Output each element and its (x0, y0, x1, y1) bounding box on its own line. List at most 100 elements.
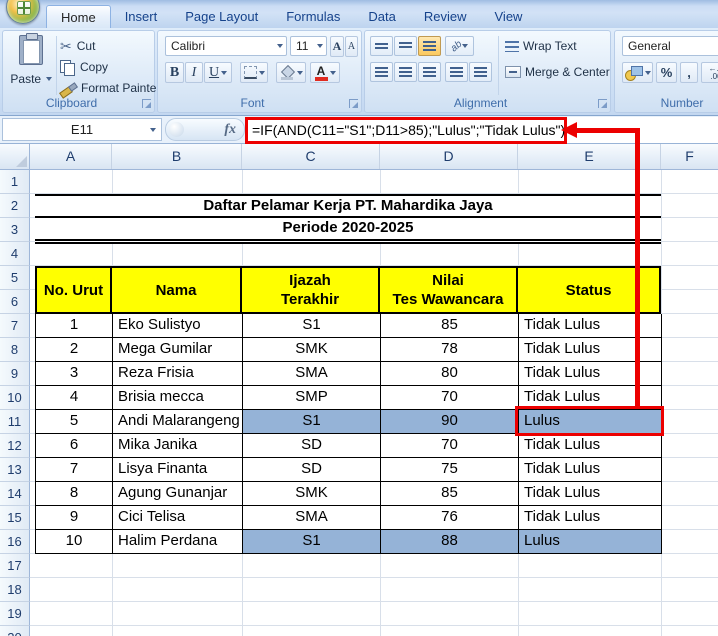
cell-C16[interactable]: S1 (243, 530, 381, 554)
cell-A9[interactable]: 3 (36, 362, 113, 386)
insert-function-button[interactable]: fx (165, 118, 245, 141)
wrap-text-button[interactable]: Wrap Text (505, 36, 577, 56)
header-cell-ijazah[interactable]: Ijazah Terakhir (242, 266, 380, 314)
cell-B16[interactable]: Halim Perdana (113, 530, 243, 554)
row-header[interactable]: 17 (0, 554, 30, 578)
row-header[interactable]: 9 (0, 362, 30, 386)
sheet-title[interactable]: Daftar Pelamar Kerja PT. Mahardika Jaya (35, 194, 661, 218)
cell-A14[interactable]: 8 (36, 482, 113, 506)
align-top-button[interactable] (370, 36, 393, 56)
office-button[interactable] (6, 0, 40, 24)
comma-style-button[interactable]: , (680, 62, 698, 83)
row-header[interactable]: 4 (0, 242, 30, 266)
row-header[interactable]: 18 (0, 578, 30, 602)
row-header[interactable]: 15 (0, 506, 30, 530)
row-header[interactable]: 8 (0, 338, 30, 362)
cell-B11[interactable]: Andi Malarangeng (113, 410, 243, 434)
row-header[interactable]: 2 (0, 194, 30, 218)
accounting-format-button[interactable] (622, 62, 653, 83)
font-size-combo[interactable]: 11 (290, 36, 327, 56)
cell-E13[interactable]: Tidak Lulus (519, 458, 662, 482)
merge-center-button[interactable]: Merge & Center (505, 62, 620, 82)
cell-B8[interactable]: Mega Gumilar (113, 338, 243, 362)
header-cell-nilai[interactable]: Nilai Tes Wawancara (380, 266, 518, 314)
name-box[interactable]: E11 (2, 118, 162, 141)
column-header[interactable]: C (242, 144, 380, 169)
select-all-button[interactable] (0, 144, 30, 169)
cell-E12[interactable]: Tidak Lulus (519, 434, 662, 458)
percent-style-button[interactable]: % (656, 62, 677, 83)
align-right-button[interactable] (418, 62, 441, 82)
cell-D11[interactable]: 90 (381, 410, 519, 434)
cell-B7[interactable]: Eko Sulistyo (113, 314, 243, 338)
cell-B15[interactable]: Cici Telisa (113, 506, 243, 530)
grow-font-button[interactable]: A (330, 36, 344, 57)
tab-formulas[interactable]: Formulas (272, 5, 354, 28)
cell-D13[interactable]: 75 (381, 458, 519, 482)
cell-C13[interactable]: SD (243, 458, 381, 482)
format-painter-button[interactable]: Format Painter (60, 78, 160, 98)
cell-E9[interactable]: Tidak Lulus (519, 362, 662, 386)
cell-A7[interactable]: 1 (36, 314, 113, 338)
cell-A16[interactable]: 10 (36, 530, 113, 554)
font-dialog-launcher[interactable] (349, 99, 358, 108)
cell-D14[interactable]: 85 (381, 482, 519, 506)
cell-B14[interactable]: Agung Gunanjar (113, 482, 243, 506)
cell-D15[interactable]: 76 (381, 506, 519, 530)
cut-button[interactable]: ✂ Cut (60, 36, 95, 56)
font-name-combo[interactable]: Calibri (165, 36, 287, 56)
row-header[interactable]: 1 (0, 170, 30, 194)
cell-A10[interactable]: 4 (36, 386, 113, 410)
underline-button[interactable]: U (204, 62, 232, 83)
tab-insert[interactable]: Insert (111, 5, 172, 28)
copy-button[interactable]: Copy (60, 57, 108, 77)
cell-D12[interactable]: 70 (381, 434, 519, 458)
cell-B12[interactable]: Mika Janika (113, 434, 243, 458)
cell-C15[interactable]: SMA (243, 506, 381, 530)
cell-A8[interactable]: 2 (36, 338, 113, 362)
font-color-button[interactable]: A (310, 62, 340, 83)
cell-E8[interactable]: Tidak Lulus (519, 338, 662, 362)
row-header[interactable]: 16 (0, 530, 30, 554)
align-bottom-button[interactable] (418, 36, 441, 56)
column-header[interactable]: B (112, 144, 242, 169)
cell-A12[interactable]: 6 (36, 434, 113, 458)
tab-review[interactable]: Review (410, 5, 481, 28)
cell-D16[interactable]: 88 (381, 530, 519, 554)
row-header[interactable]: 10 (0, 386, 30, 410)
header-cell-nama[interactable]: Nama (112, 266, 242, 314)
row-header[interactable]: 11 (0, 410, 30, 434)
formula-text[interactable]: =IF(AND(C11="S1";D11>85);"Lulus";"Tidak … (248, 120, 565, 140)
tab-home[interactable]: Home (46, 5, 111, 28)
number-format-combo[interactable]: General (622, 36, 718, 56)
cell-A15[interactable]: 9 (36, 506, 113, 530)
paste-button[interactable]: Paste (8, 33, 54, 99)
cell-E15[interactable]: Tidak Lulus (519, 506, 662, 530)
row-header[interactable]: 13 (0, 458, 30, 482)
cell-D7[interactable]: 85 (381, 314, 519, 338)
cell-E7[interactable]: Tidak Lulus (519, 314, 662, 338)
row-header[interactable]: 20 (0, 626, 30, 636)
row-header[interactable]: 19 (0, 602, 30, 626)
italic-button[interactable]: I (185, 62, 203, 83)
row-header[interactable]: 12 (0, 434, 30, 458)
shrink-font-button[interactable]: A (345, 36, 358, 57)
column-header[interactable]: D (380, 144, 518, 169)
cell-B10[interactable]: Brisia mecca (113, 386, 243, 410)
bold-button[interactable]: B (165, 62, 184, 83)
tab-page-layout[interactable]: Page Layout (171, 5, 272, 28)
cell-C8[interactable]: SMK (243, 338, 381, 362)
row-header[interactable]: 6 (0, 290, 30, 314)
cell-C14[interactable]: SMK (243, 482, 381, 506)
row-header[interactable]: 7 (0, 314, 30, 338)
tab-data[interactable]: Data (354, 5, 409, 28)
alignment-dialog-launcher[interactable] (598, 99, 607, 108)
borders-button[interactable] (240, 62, 268, 83)
cell-E16[interactable]: Lulus (519, 530, 662, 554)
orientation-button[interactable]: ab (445, 36, 474, 56)
cell-A13[interactable]: 7 (36, 458, 113, 482)
increase-indent-button[interactable] (469, 62, 492, 82)
cell-E14[interactable]: Tidak Lulus (519, 482, 662, 506)
row-header[interactable]: 14 (0, 482, 30, 506)
cell-C9[interactable]: SMA (243, 362, 381, 386)
